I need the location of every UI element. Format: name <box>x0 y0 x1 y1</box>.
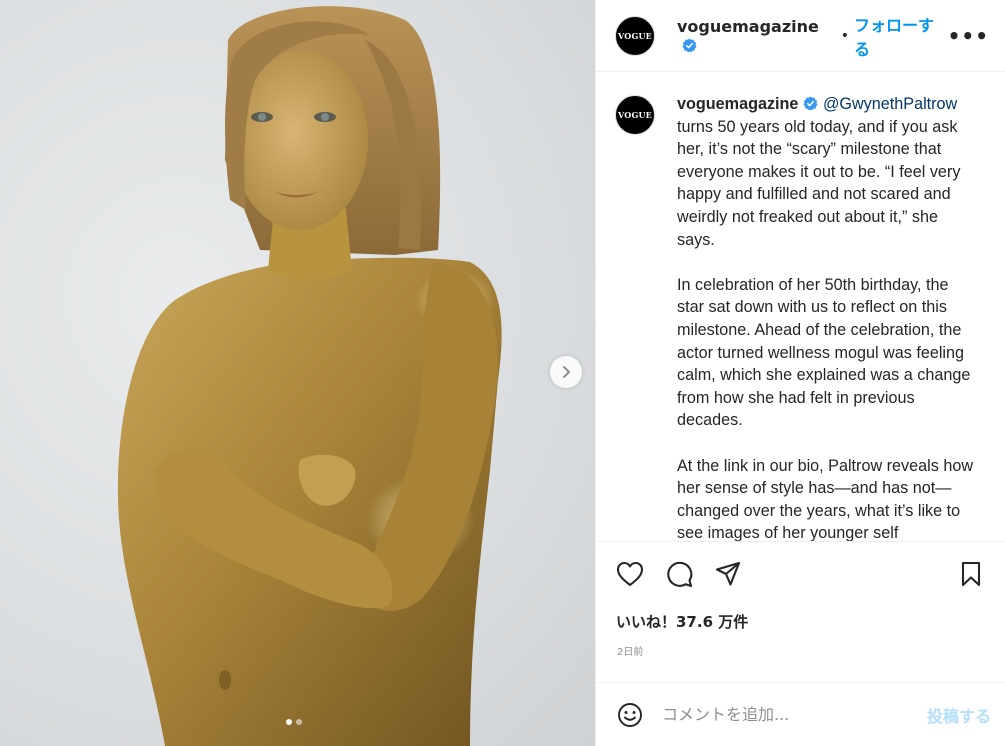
post-side-panel: VOGUE voguemagazine • フォローする ••• VOGUE v… <box>595 0 1005 746</box>
more-options-icon[interactable]: ••• <box>948 24 989 48</box>
avatar[interactable]: VOGUE <box>615 15 655 56</box>
instagram-post: VOGUE voguemagazine • フォローする ••• VOGUE v… <box>0 0 1005 746</box>
comment-input[interactable] <box>662 705 912 724</box>
heart-icon[interactable] <box>614 558 646 590</box>
caption-paragraph-3: At the link in our bio, Paltrow reveals … <box>677 456 974 542</box>
follow-button[interactable]: フォローする <box>854 12 948 60</box>
likes-count[interactable]: いいね！37.6 万件 <box>616 611 748 632</box>
caption-username[interactable]: voguemagazine <box>677 95 798 113</box>
paper-plane-icon[interactable] <box>712 558 744 590</box>
comment-bar: 投稿する <box>596 682 1005 746</box>
carousel-dot <box>296 719 302 725</box>
caption-area: VOGUE voguemagazine @GwynethPaltrow turn… <box>596 72 1005 542</box>
bookmark-icon[interactable] <box>955 558 987 590</box>
header-username[interactable]: voguemagazine <box>677 17 835 55</box>
separator-dot: • <box>840 27 850 44</box>
caption-paragraph-1-text: turns 50 years old today, and if you ask… <box>677 117 961 249</box>
post-media[interactable] <box>0 0 595 746</box>
carousel-dot-active <box>286 719 292 725</box>
caption-avatar[interactable]: VOGUE <box>615 95 655 135</box>
emoji-icon[interactable] <box>616 701 644 729</box>
post-comment-button[interactable]: 投稿する <box>927 703 991 727</box>
caption-paragraph-2: In celebration of her 50th birthday, the… <box>677 275 971 430</box>
carousel-next-button[interactable] <box>550 356 582 388</box>
post-header: VOGUE voguemagazine • フォローする ••• <box>596 0 1005 72</box>
caption-paragraph-1: voguemagazine @GwynethPaltrow turns 50 y… <box>677 93 977 251</box>
username-text[interactable]: voguemagazine <box>677 17 819 36</box>
carousel-indicator <box>286 719 302 725</box>
caption-text: voguemagazine @GwynethPaltrow turns 50 y… <box>677 93 977 541</box>
comment-icon[interactable] <box>663 558 695 590</box>
post-photo <box>117 6 502 746</box>
post-timestamp[interactable]: 2日前 <box>617 643 643 658</box>
action-bar <box>596 542 1005 606</box>
caption-mention-link[interactable]: @GwynethPaltrow <box>823 95 957 113</box>
verified-badge-icon <box>682 37 697 53</box>
verified-badge-icon <box>803 96 818 111</box>
chevron-right-icon <box>563 366 570 378</box>
